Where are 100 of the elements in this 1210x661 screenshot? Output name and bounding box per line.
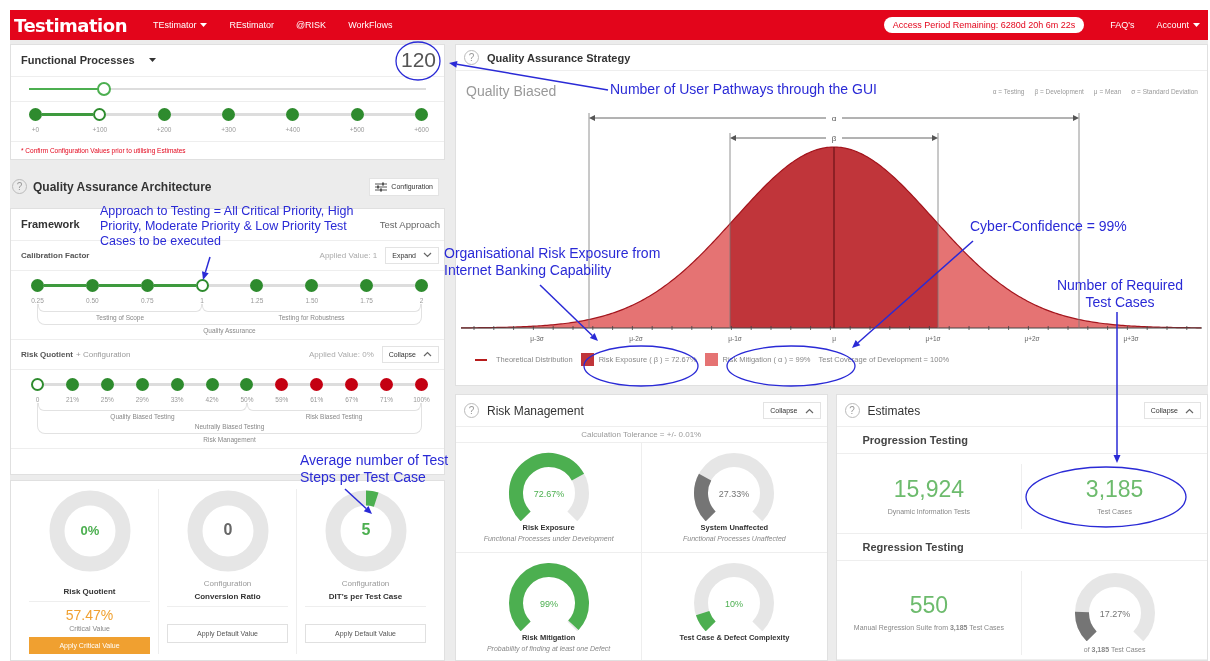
slider-track-segment (253, 382, 276, 386)
slider-step[interactable] (85, 278, 99, 292)
applied-value: Applied Value: 1 (319, 250, 378, 260)
legend-line (475, 358, 487, 361)
estimate-value: 3,185 (1085, 475, 1144, 503)
slider-track-segment (318, 283, 361, 287)
nav-link[interactable]: WorkFlows (348, 20, 393, 30)
slider-track-segment (288, 382, 311, 386)
slider-step[interactable] (345, 377, 359, 391)
slider-track-segment (44, 382, 66, 386)
slider-step[interactable] (414, 108, 428, 122)
slider-track-segment (42, 113, 94, 117)
annotation-text: Number of User Pathways through the GUI (610, 81, 877, 98)
slider-step[interactable] (250, 278, 264, 292)
slider-step[interactable] (275, 377, 289, 391)
caret-icon (200, 23, 208, 27)
nav-link[interactable]: REstimator (229, 20, 274, 30)
slider-track-segment (208, 283, 251, 287)
slider-track-segment (358, 382, 381, 386)
slider-step[interactable] (140, 278, 154, 292)
slider-step[interactable] (414, 377, 428, 391)
slider-step[interactable] (135, 377, 149, 391)
gauge-value: 17.27% (1099, 608, 1130, 619)
slider-step[interactable] (100, 377, 114, 391)
slider-step[interactable] (205, 377, 219, 391)
slider-track-segment (183, 382, 206, 386)
slider-thumb[interactable] (97, 82, 112, 96)
slider-track-segment (113, 382, 136, 386)
dropdown-button[interactable]: Functional Processes (21, 54, 156, 67)
slider-step[interactable] (31, 278, 44, 292)
slider-step[interactable] (93, 108, 107, 122)
slider-step[interactable] (350, 108, 364, 122)
tab-label: Test Approach (379, 218, 440, 230)
slider-step[interactable] (222, 108, 235, 122)
annotation-text: Cyber-Confidence = 99% (970, 218, 1127, 235)
slider-step[interactable] (157, 108, 171, 122)
slider-track-segment (393, 382, 415, 386)
highlight-ring (395, 41, 441, 81)
caret-icon (1193, 23, 1200, 27)
dimension-label: α (831, 114, 837, 123)
annotation-arrow (202, 256, 211, 280)
estimate-value: 15,924 (893, 475, 965, 503)
annotation-text: Number of Required Test Cases (1055, 277, 1185, 311)
slider-step[interactable] (415, 278, 428, 292)
caption-label: Configuration (203, 579, 252, 588)
caption-title: Risk Quotient (63, 587, 116, 596)
nav-link[interactable]: Account (1156, 20, 1200, 30)
gauge-value: 72.67% (533, 489, 564, 499)
slider-track-segment (363, 113, 415, 117)
nav-link[interactable]: TEstimator (152, 20, 208, 30)
slider-track-segment (153, 283, 196, 287)
slider-track-segment (218, 382, 241, 386)
section-title: Regression Testing (836, 533, 1207, 561)
slider-step[interactable] (380, 377, 394, 391)
nav-link[interactable]: @RISK (296, 20, 327, 30)
gauge-value: 0% (80, 523, 99, 538)
slider-track-segment (106, 113, 158, 117)
slider-track-segment (44, 283, 86, 287)
gauge-value: 99% (539, 598, 558, 609)
annotation-text: Organisational Risk Exposure from Internet Banking Capability (444, 245, 662, 279)
nav-link[interactable]: FAQ's (1110, 20, 1135, 30)
gauge-value: 0 (223, 521, 232, 538)
slider-step[interactable] (65, 377, 79, 391)
logo[interactable]: Testimation (14, 14, 127, 36)
slider-track-segment (98, 283, 141, 287)
chevron-up-icon (1185, 407, 1194, 414)
chart-subtitle: Quality Biased (466, 83, 557, 99)
critical-value: 57.47% (65, 607, 114, 623)
slider-step[interactable] (240, 377, 254, 391)
slider-step[interactable] (31, 377, 44, 391)
panel-title: Quality Assurance Strategy (487, 51, 631, 64)
row-subtitle: + Configuration (76, 349, 131, 359)
gauge-value: 5 (361, 521, 370, 538)
slider-step[interactable] (360, 278, 374, 292)
slider-step[interactable] (305, 278, 319, 292)
section-title: Progression Testing (836, 427, 1207, 454)
gauge-value: 10% (725, 598, 744, 609)
tolerance-label: Calculation Tolerance = +/- 0.01% (456, 427, 827, 443)
dimension-label: β (831, 134, 837, 143)
slider-step[interactable] (170, 377, 184, 391)
slider-track-segment (170, 113, 222, 117)
slider-step[interactable] (29, 108, 42, 122)
tab-label: Framework (21, 218, 80, 231)
caption-label: Configuration (341, 579, 390, 588)
slider-track-segment (323, 382, 346, 386)
slider-step[interactable] (195, 278, 209, 292)
annotation-arrow (344, 488, 372, 514)
annotation-text: Average number of Test Steps per Test Case (300, 452, 450, 486)
slider-step[interactable] (310, 377, 324, 391)
count-value: 120 (400, 48, 436, 73)
slider-track-segment (299, 113, 351, 117)
estimate-value: 550 (909, 592, 949, 619)
access-timer: Access Period Remaining: 6280d 20h 6m 22s (883, 17, 1085, 33)
chevron-up-icon (804, 407, 814, 414)
caption-title: DIT's per Test Case (328, 592, 403, 601)
slider-step[interactable] (286, 108, 300, 122)
slider-track-segment (263, 283, 306, 287)
slider-track-segment (78, 382, 101, 386)
slider-track-segment (373, 283, 415, 287)
sliders-icon (375, 181, 388, 192)
